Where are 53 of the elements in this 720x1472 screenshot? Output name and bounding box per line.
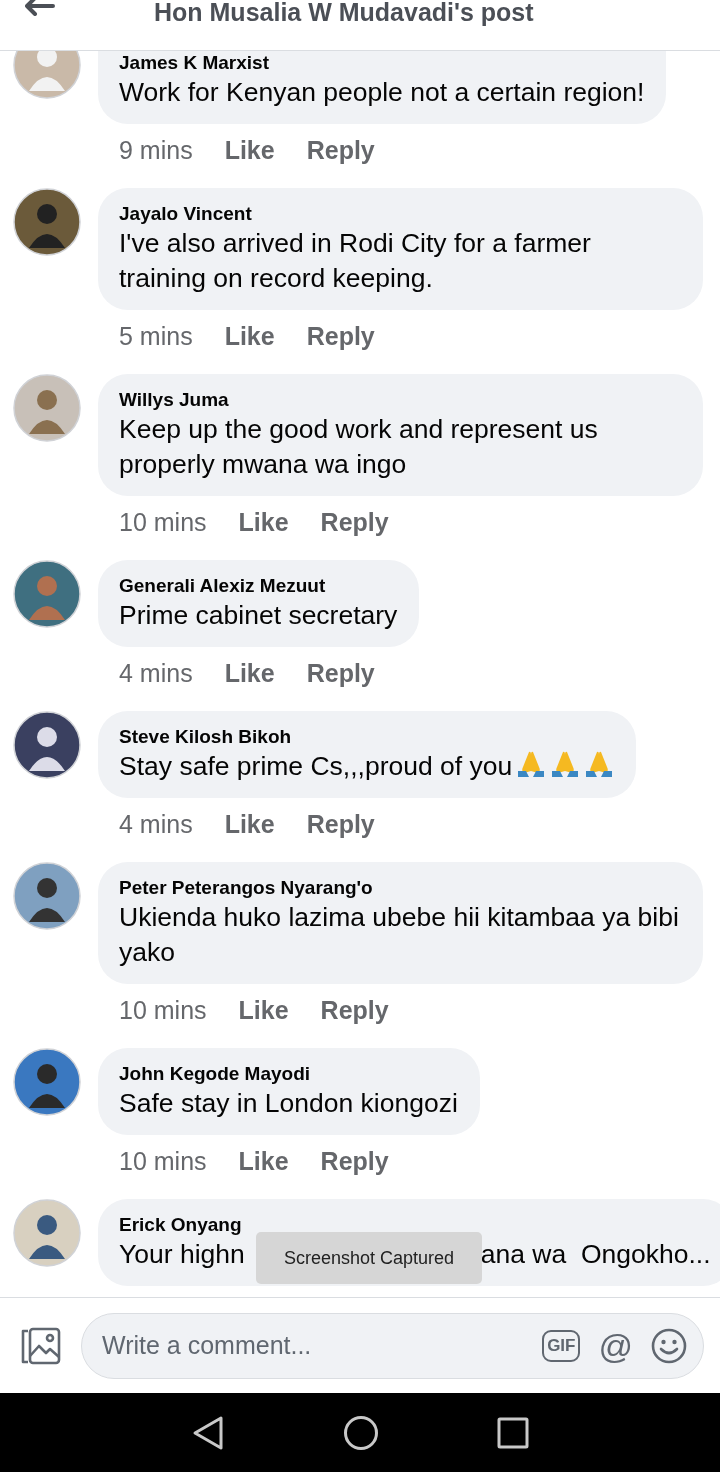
post-title: Hon Musalia W Mudavadi's post <box>154 0 534 24</box>
avatar[interactable] <box>13 862 81 930</box>
comment-author[interactable]: James K Marxist <box>119 51 645 75</box>
comment-text: Ukienda huko lazima ubebe hii kitambaa ya bibi yako <box>119 902 679 967</box>
like-link[interactable]: Like <box>224 810 275 854</box>
reply-link[interactable]: Reply <box>320 508 389 552</box>
comment-text: Prime cabinet secretary <box>119 600 398 630</box>
comment-text: Work for Kenyan people not a certain region! <box>119 77 645 107</box>
emoji-icon[interactable] <box>651 1327 687 1364</box>
comment-text: ana wa Ongokho... <box>480 1238 711 1271</box>
comment-author[interactable]: Steve Kilosh Bikoh <box>119 725 615 749</box>
avatar[interactable] <box>13 711 81 779</box>
photo-icon[interactable] <box>19 1325 61 1366</box>
like-link[interactable]: Like <box>224 136 275 180</box>
comment-time: 10 mins <box>119 1147 207 1177</box>
comment-time: 10 mins <box>119 508 207 538</box>
avatar[interactable] <box>13 1199 81 1267</box>
comment-author[interactable]: Generali Alexiz Mezuut <box>119 574 398 598</box>
avatar[interactable] <box>13 1048 81 1116</box>
back-arrow-icon[interactable] <box>25 0 55 16</box>
reply-link[interactable]: Reply <box>320 996 389 1040</box>
reply-link[interactable]: Reply <box>306 659 375 703</box>
comment-text: Safe stay in London kiongozi <box>119 1088 458 1118</box>
comment-time: 9 mins <box>119 136 193 166</box>
comment-time: 5 mins <box>119 322 193 352</box>
recents-icon[interactable] <box>497 1416 529 1449</box>
comment-text: Stay safe prime Cs,,,proud of you <box>119 751 513 781</box>
comment-text: Your highn <box>119 1238 245 1271</box>
comment-author[interactable]: Jayalo Vincent <box>119 202 681 226</box>
comment-field[interactable]: Write a comment... GIF @ <box>81 1312 704 1379</box>
reply-link[interactable]: Reply <box>306 136 375 180</box>
gif-button[interactable]: GIF <box>542 1329 581 1362</box>
like-link[interactable]: Like <box>238 996 289 1040</box>
comment-time: 4 mins <box>119 810 193 840</box>
mention-button[interactable]: @ <box>598 1327 633 1364</box>
reply-link[interactable]: Reply <box>306 322 375 366</box>
comment-text: Keep up the good work and represent us properly mwana wa ingo <box>119 414 598 479</box>
comment-author[interactable]: John Kegode Mayodi <box>119 1062 458 1086</box>
comment-time: 10 mins <box>119 996 207 1026</box>
back-icon[interactable] <box>191 1414 225 1451</box>
reply-link[interactable]: Reply <box>306 810 375 854</box>
avatar[interactable] <box>13 188 81 256</box>
like-link[interactable]: Like <box>238 508 289 552</box>
toast: Screenshot Captured <box>256 1232 482 1284</box>
comment-text: I've also arrived in Rodi City for a farmer training on record keeping. <box>119 228 591 293</box>
like-link[interactable]: Like <box>224 322 275 366</box>
like-link[interactable]: Like <box>224 659 275 703</box>
reply-link[interactable]: Reply <box>320 1147 389 1191</box>
comment-author[interactable]: Peter Peterangos Nyarang'o <box>119 876 681 900</box>
home-icon[interactable] <box>343 1414 379 1451</box>
comment-author[interactable]: Willys Juma <box>119 388 681 412</box>
comment-time: 4 mins <box>119 659 193 689</box>
like-link[interactable]: Like <box>238 1147 289 1191</box>
